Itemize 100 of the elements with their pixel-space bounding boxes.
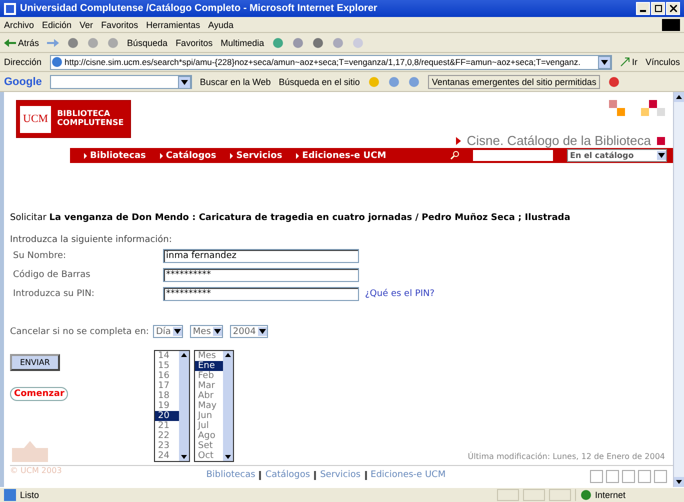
month-option[interactable]: Set — [195, 441, 223, 451]
menu-item[interactable]: Edición — [42, 20, 72, 30]
scroll-up-icon[interactable] — [181, 353, 187, 357]
month-option[interactable]: Abr — [195, 391, 223, 401]
square-icon — [657, 136, 665, 144]
search-button[interactable]: Búsqueda — [127, 38, 168, 48]
menu-item[interactable]: Favoritos — [101, 20, 138, 30]
footer-link[interactable]: Catálogos — [265, 470, 310, 480]
footer-link[interactable]: Servicios — [320, 470, 361, 480]
menu-item[interactable]: Herramientas — [146, 20, 200, 30]
day-option[interactable]: 20 — [155, 411, 179, 421]
month-option[interactable]: Ene — [195, 361, 223, 371]
month-option[interactable]: Oct — [195, 451, 223, 461]
month-option[interactable]: Jun — [195, 411, 223, 421]
browser-icon — [4, 2, 16, 14]
maximize-icon[interactable] — [654, 5, 662, 12]
day-option[interactable]: 18 — [155, 391, 179, 401]
input-field[interactable]: inma fernandez — [163, 249, 359, 263]
minimize-button[interactable] — [636, 2, 650, 15]
menu-item[interactable]: Ver — [80, 20, 94, 30]
scroll-down-icon[interactable] — [676, 480, 682, 484]
month-option[interactable]: May — [195, 401, 223, 411]
back-arrow-icon[interactable] — [4, 38, 16, 48]
day-option[interactable]: 22 — [155, 431, 179, 441]
month-option[interactable]: Mes — [195, 351, 223, 361]
scrollbar[interactable] — [673, 92, 684, 487]
day-option[interactable]: 16 — [155, 371, 179, 381]
scroll-up-icon[interactable] — [225, 353, 231, 357]
day-option[interactable]: 15 — [155, 361, 179, 371]
back-button[interactable]: Atrás — [4, 38, 40, 48]
day-option[interactable]: 24 — [155, 451, 179, 461]
building-drawing — [10, 440, 50, 462]
site-search-button[interactable]: Búsqueda en el sitio — [278, 76, 360, 86]
start-button[interactable]: Comenzar — [10, 387, 68, 401]
forward-arrow-icon[interactable] — [47, 36, 60, 48]
google-logo[interactable]: Google — [4, 76, 42, 88]
cancel-label: Cancelar si no se completa en: — [10, 326, 149, 336]
status-pane — [549, 489, 571, 501]
date-select[interactable]: 2004 — [230, 325, 268, 338]
field-label: Código de Barras — [13, 270, 92, 280]
scroll-down-icon[interactable] — [181, 455, 187, 459]
close-icon[interactable] — [670, 5, 676, 12]
footer-link[interactable]: Bibliotecas — [206, 470, 256, 480]
google-search-field[interactable] — [50, 74, 192, 88]
status-pane — [523, 489, 545, 501]
caret-icon[interactable] — [174, 329, 181, 334]
nav-link[interactable]: Ediciones-e UCM — [302, 150, 386, 160]
month-option[interactable]: Feb — [195, 371, 223, 381]
address-field[interactable]: http://cisne.sim.ucm.es/search*spi/amu-{228}noz+seca/amun~aoz+seca;T=venganza/1,17,0,8/request&FF=amun~aoz+seca;T=venganz. — [50, 54, 612, 70]
menu-item[interactable]: Archivo — [4, 20, 34, 30]
nav-link[interactable]: Servicios — [236, 150, 282, 160]
scroll-down-icon[interactable] — [225, 455, 231, 459]
input-field[interactable]: ********** — [163, 268, 359, 282]
favorites-button[interactable]: Favoritos — [176, 38, 213, 48]
search-scope-select[interactable]: En el catálogo — [567, 149, 667, 162]
request-heading: Solicitar La venganza de Don Mendo : Caricatura de tragedia en cuatro jornadas / Pedro Muñoz Seca ; Ilustrada — [10, 213, 572, 223]
close-button[interactable] — [666, 2, 680, 15]
nav-link[interactable]: Catálogos — [166, 150, 216, 160]
day-option[interactable]: 21 — [155, 421, 179, 431]
maximize-button[interactable] — [651, 2, 665, 15]
form-intro: Introduzca la siguiente información: — [10, 235, 173, 245]
caret-icon[interactable] — [600, 60, 608, 64]
links-button[interactable]: Vínculos — [645, 57, 680, 67]
status-pane — [497, 489, 519, 501]
submit-button[interactable]: ENVIAR — [10, 354, 60, 371]
footer-link[interactable]: Ediciones-e UCM — [370, 470, 446, 480]
arrow-icon[interactable] — [620, 57, 630, 67]
last-modified-text: Última modificación: Lunes, 12 de Enero de 2004 — [468, 452, 665, 461]
catalog-title: Cisne. Catálogo de la Biblioteca — [466, 133, 651, 148]
month-option[interactable]: Jul — [195, 421, 223, 431]
day-option[interactable]: 17 — [155, 381, 179, 391]
caret-icon[interactable] — [658, 153, 665, 158]
popup-blocker-button[interactable]: Ventanas emergentes del sitio permitidas — [428, 74, 600, 88]
copyright-text: © UCM 2003 — [10, 466, 62, 475]
media-button[interactable]: Multimedia — [220, 38, 264, 48]
menu-item[interactable]: Ayuda — [208, 20, 234, 30]
caret-icon[interactable] — [180, 80, 188, 84]
input-field[interactable]: ********** — [163, 287, 359, 301]
catalog-search-field[interactable] — [473, 150, 553, 161]
field-label: Introduzca su PIN: — [13, 289, 96, 299]
zone-text: Internet — [595, 490, 626, 500]
library-logo[interactable]: UCM BIBLIOTECA COMPLUTENSE — [16, 100, 131, 138]
day-option[interactable]: 14 — [155, 351, 179, 361]
month-option[interactable]: Mar — [195, 381, 223, 391]
scroll-up-icon[interactable] — [676, 95, 682, 99]
date-select[interactable]: Día — [152, 325, 183, 338]
month-option[interactable]: Ago — [195, 431, 223, 441]
globe-icon — [580, 489, 592, 501]
window-title: Universidad Complutense /Catálogo Completo - Microsoft Internet Explorer — [20, 3, 378, 14]
web-search-button[interactable]: Buscar en la Web — [200, 76, 271, 86]
field-label: Su Nombre: — [13, 251, 68, 261]
nav-link[interactable]: Bibliotecas — [90, 150, 146, 160]
caret-icon[interactable] — [258, 329, 266, 334]
status-text: Listo — [20, 490, 40, 500]
caret-icon[interactable] — [214, 329, 221, 334]
day-option[interactable]: 23 — [155, 441, 179, 451]
pin-help-link[interactable]: ¿Qué es el PIN? — [359, 289, 673, 299]
day-option[interactable]: 19 — [155, 401, 179, 411]
date-select[interactable]: Mes — [190, 325, 223, 338]
go-button[interactable]: Ir — [620, 57, 638, 67]
